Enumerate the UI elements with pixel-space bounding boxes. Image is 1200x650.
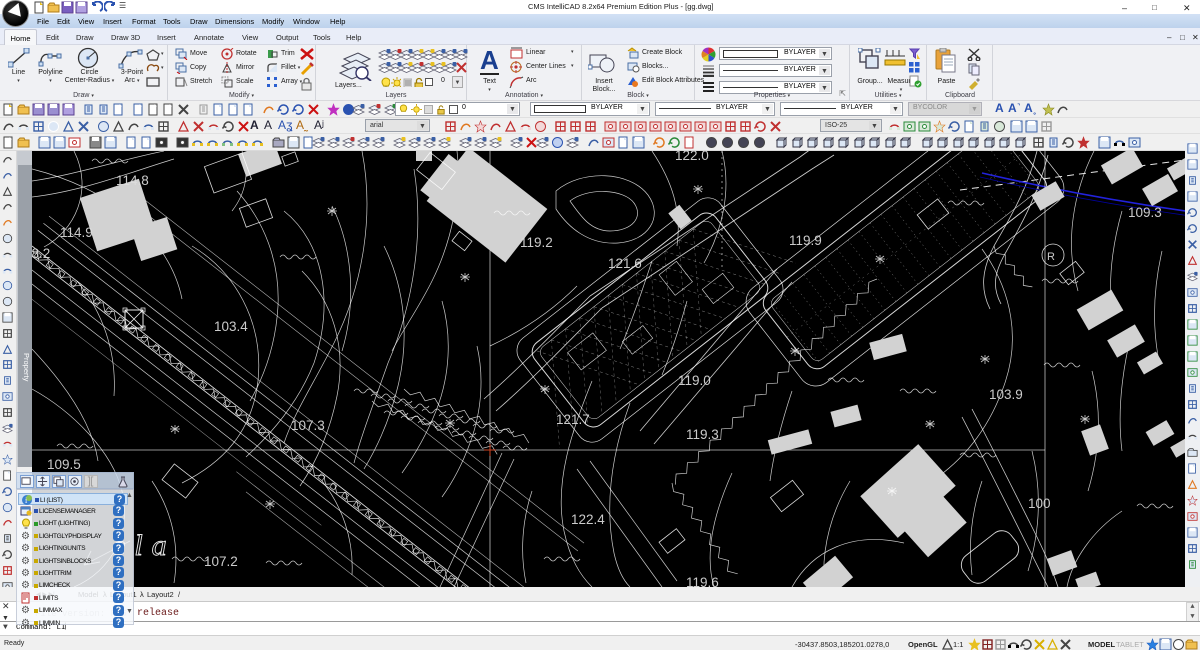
svg-text:98.2: 98.2 [32, 246, 50, 261]
svg-text:107.3: 107.3 [291, 418, 325, 433]
svg-text:109.5: 109.5 [47, 457, 81, 472]
svg-text:119.2: 119.2 [520, 235, 553, 250]
svg-text:122.0: 122.0 [675, 151, 709, 163]
svg-text:119.0: 119.0 [678, 373, 711, 388]
svg-text:109.3: 109.3 [1128, 205, 1162, 220]
svg-text:119.6: 119.6 [686, 575, 719, 587]
svg-text:100: 100 [1028, 496, 1051, 511]
svg-text:121.6: 121.6 [608, 256, 642, 271]
svg-text:119.9: 119.9 [789, 233, 822, 248]
svg-text:107.2: 107.2 [204, 554, 238, 569]
svg-text:122.4: 122.4 [571, 512, 605, 527]
svg-text:103.4: 103.4 [214, 319, 248, 334]
svg-text:114.8: 114.8 [116, 173, 149, 188]
svg-text:121.7: 121.7 [556, 412, 590, 427]
svg-text:119.3: 119.3 [686, 427, 719, 442]
svg-text:R: R [1047, 251, 1055, 263]
svg-text:114.9: 114.9 [60, 225, 93, 240]
svg-text:103.9: 103.9 [989, 387, 1023, 402]
